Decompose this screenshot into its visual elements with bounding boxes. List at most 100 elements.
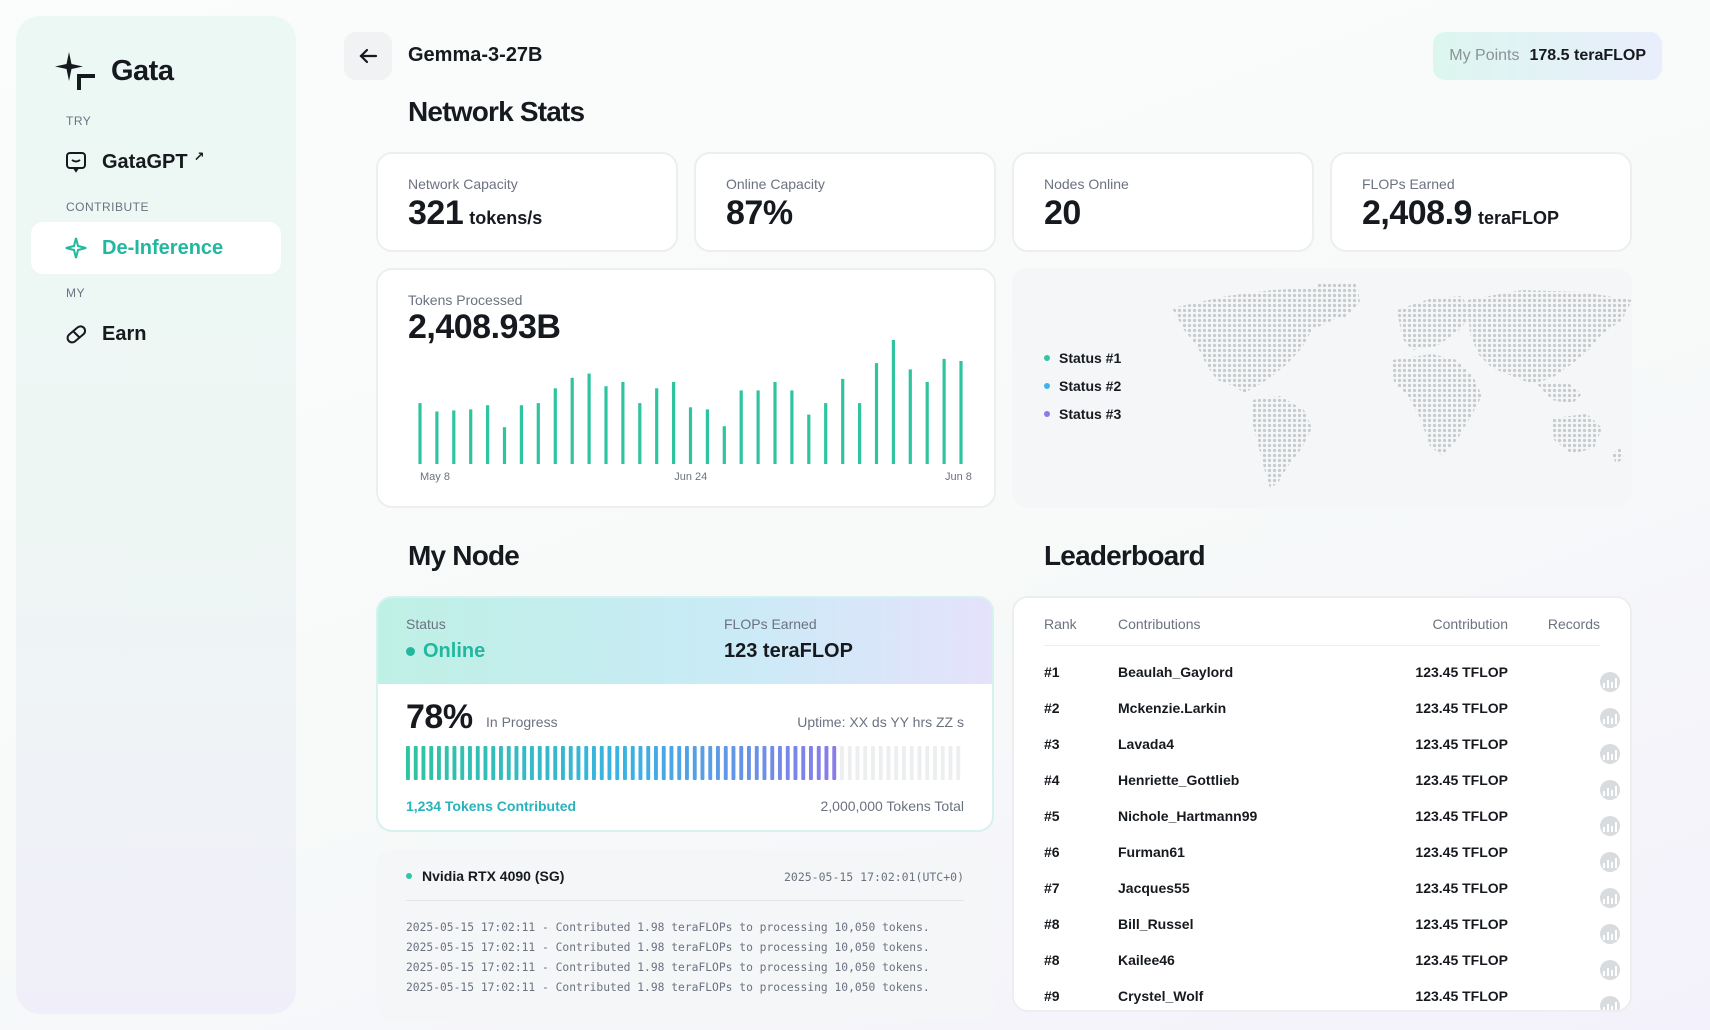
- progress-segment-filled: [785, 746, 790, 780]
- chart-icon: [1600, 960, 1620, 980]
- chart-bar: [587, 373, 591, 464]
- contributor-name[interactable]: Crystel_Wolf: [1118, 988, 1203, 1004]
- node-summary: Status Online FLOPs Earned 123 teraFLOP: [378, 598, 992, 684]
- log-line: 2025-05-15 17:02:11 - Contributed 1.98 t…: [406, 941, 930, 954]
- table-row[interactable]: #9 Crystel_Wolf 123.45 TFLOP: [1044, 976, 1620, 1010]
- progress-segment-filled: [623, 746, 627, 780]
- contribution-value: 123.45 TFLOP: [1415, 988, 1508, 1004]
- sidebar-item-de-inference[interactable]: De-Inference: [31, 222, 281, 274]
- status-badge: Online: [406, 640, 485, 663]
- contributor-name[interactable]: Lavada4: [1118, 736, 1174, 752]
- contributor-name[interactable]: Bill_Russel: [1118, 916, 1193, 932]
- contributor-name[interactable]: Mckenzie.Larkin: [1118, 700, 1226, 716]
- chart-bar: [638, 403, 642, 464]
- sidebar-item-label: De-Inference: [102, 236, 224, 259]
- contributor-name[interactable]: Nichole_Hartmann99: [1118, 808, 1257, 824]
- contributor-name[interactable]: Jacques55: [1118, 880, 1190, 896]
- section-label-contribute: CONTRIBUTE: [66, 200, 149, 214]
- progress-segment-filled: [739, 746, 744, 780]
- progress-segment-empty: [956, 746, 961, 780]
- progress-segment-filled: [685, 746, 689, 780]
- table-row[interactable]: #8 Bill_Russel 123.45 TFLOP: [1044, 904, 1620, 944]
- brand-logo[interactable]: Gata: [31, 34, 281, 110]
- gata-logo-icon: [55, 52, 95, 90]
- rank-cell: #8: [1044, 952, 1060, 968]
- section-label-my: MY: [66, 286, 85, 300]
- progress-segment-filled: [475, 746, 480, 780]
- sparkle-icon: [65, 237, 87, 259]
- progress-segment-filled: [437, 746, 441, 780]
- chart-bar: [418, 403, 422, 464]
- progress-segment-filled: [778, 746, 782, 780]
- points-label: My Points: [1449, 47, 1520, 64]
- chart-bar: [536, 403, 540, 464]
- table-row[interactable]: #5 Nichole_Hartmann99 123.45 TFLOP: [1044, 796, 1620, 836]
- progress-segment-empty: [871, 746, 875, 780]
- leaderboard-card: Rank Contributions Contribution Records …: [1012, 596, 1632, 1012]
- contributor-name[interactable]: Furman61: [1118, 844, 1185, 860]
- chart-bar: [435, 411, 439, 464]
- contributor-name[interactable]: Henriette_Gottlieb: [1118, 772, 1239, 788]
- sidebar-item-earn[interactable]: Earn: [31, 308, 281, 360]
- progress-segment-filled: [561, 746, 565, 780]
- stat-label: Nodes Online: [1044, 176, 1129, 192]
- progress-segment-filled: [723, 746, 728, 780]
- stat-label: FLOPs Earned: [1362, 176, 1455, 192]
- table-row[interactable]: #8 Kailee46 123.45 TFLOP: [1044, 940, 1620, 980]
- world-map: [1172, 282, 1632, 488]
- contribution-value: 123.45 TFLOP: [1415, 700, 1508, 716]
- node-flops-value: 123 teraFLOP: [724, 640, 853, 662]
- rank-cell: #2: [1044, 700, 1060, 716]
- progress-segment-filled: [522, 746, 527, 780]
- status-label: Status: [406, 616, 446, 632]
- progress-segment-filled: [770, 746, 775, 780]
- stat-value: 2,408.9 teraFLOP: [1362, 194, 1559, 233]
- progress-segment-filled: [421, 746, 426, 780]
- progress-segment-empty: [902, 746, 906, 780]
- col-contribution: Contribution: [1432, 616, 1509, 632]
- table-row[interactable]: #4 Henriette_Gottlieb 123.45 TFLOP: [1044, 760, 1620, 800]
- contribution-value: 123.45 TFLOP: [1415, 736, 1508, 752]
- contribution-value: 123.45 TFLOP: [1415, 664, 1508, 680]
- sidebar-item-gatagpt[interactable]: GataGPT ↗: [31, 136, 281, 188]
- progress-segment-empty: [840, 746, 844, 780]
- stat-unit: tokens/s: [469, 208, 543, 228]
- rank-cell: #6: [1044, 844, 1060, 860]
- stat-value: 87%: [726, 194, 793, 233]
- progress-segment-filled: [568, 746, 573, 780]
- section-label-try: TRY: [66, 114, 92, 128]
- chart-bar: [858, 403, 862, 464]
- progress-segment-filled: [677, 746, 682, 780]
- table-row[interactable]: #1 Beaulah_Gaylord 123.45 TFLOP: [1044, 652, 1620, 692]
- progress-segment-filled: [607, 746, 612, 780]
- table-row[interactable]: #7 Jacques55 123.45 TFLOP: [1044, 868, 1620, 908]
- progress-segment-filled: [545, 746, 550, 780]
- back-button[interactable]: [344, 32, 392, 80]
- chart-bar: [688, 407, 693, 464]
- contributor-name[interactable]: Kailee46: [1118, 952, 1175, 968]
- stat-card-nodes-online: Nodes Online 20: [1012, 152, 1314, 252]
- status-value: Online: [423, 640, 486, 662]
- sidebar-item-label: GataGPT: [102, 150, 188, 173]
- progress-segment-filled: [468, 746, 472, 780]
- progress-segment-empty: [948, 746, 953, 780]
- progress-segment-empty: [894, 746, 899, 780]
- contributor-name[interactable]: Beaulah_Gaylord: [1118, 664, 1233, 680]
- progress-segment-filled: [716, 746, 720, 780]
- progress-segment-filled: [460, 746, 465, 780]
- table-row[interactable]: #2 Mckenzie.Larkin 123.45 TFLOP: [1044, 688, 1620, 728]
- progress-segment-empty: [909, 746, 914, 780]
- col-contributions: Contributions: [1118, 616, 1201, 632]
- sidebar-item-label: Earn: [102, 322, 147, 345]
- table-row[interactable]: #3 Lavada4 123.45 TFLOP: [1044, 724, 1620, 764]
- progress-segment-filled: [413, 746, 418, 780]
- col-rank: Rank: [1044, 616, 1077, 632]
- table-row[interactable]: #6 Furman61 123.45 TFLOP: [1044, 832, 1620, 872]
- log-line: 2025-05-15 17:02:11 - Contributed 1.98 t…: [406, 921, 930, 934]
- rank-cell: #9: [1044, 988, 1060, 1004]
- device-status-dot: [406, 873, 412, 879]
- progress-segment-filled: [646, 746, 651, 780]
- topbar: Gemma-3-27B My Points 178.5 teraFLOP: [344, 32, 1662, 80]
- stat-card-flops-earned: FLOPs Earned 2,408.9 teraFLOP: [1330, 152, 1632, 252]
- progress-segment-filled: [638, 746, 643, 780]
